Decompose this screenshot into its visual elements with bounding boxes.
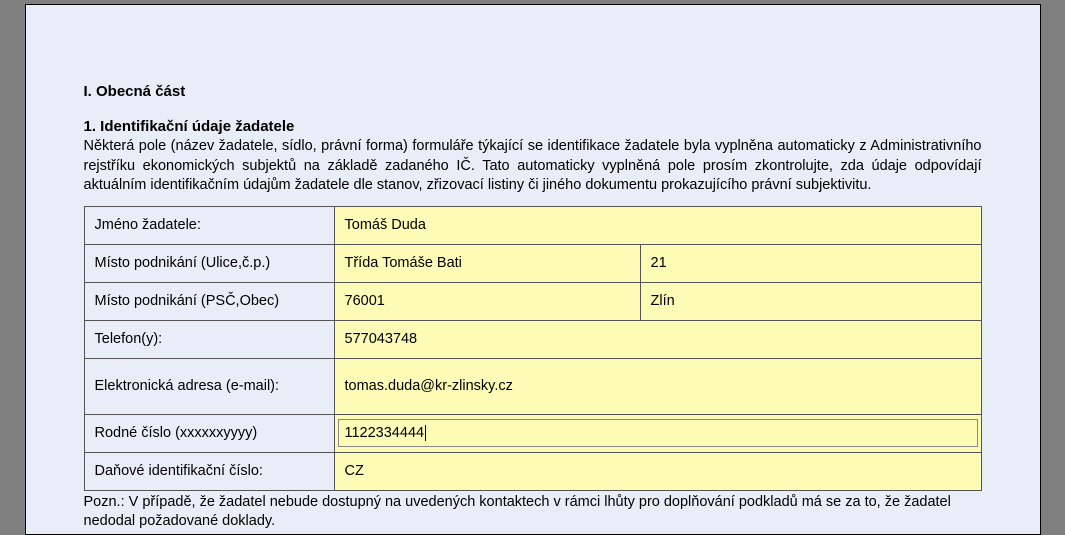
label-email: Elektronická adresa (e-mail): [84,358,334,414]
row-city: Místo podnikání (PSČ,Obec) 76001 Zlín [84,282,981,320]
text-cursor [425,425,426,441]
input-birthno-cell[interactable]: 1122334444 [334,414,981,452]
value-phone[interactable]: 577043748 [334,320,981,358]
value-street-number[interactable]: 21 [640,244,981,282]
label-birthno: Rodné číslo (xxxxxxyyyy) [84,414,334,452]
label-street: Místo podnikání (Ulice,č.p.) [84,244,334,282]
applicant-table: Jméno žadatele: Tomáš Duda Místo podniká… [84,206,982,491]
label-name: Jméno žadatele: [84,206,334,244]
subsection-title: 1. Identifikační údaje žadatele [84,118,982,135]
row-email: Elektronická adresa (e-mail): tomas.duda… [84,358,981,414]
input-birthno-text: 1122334444 [345,425,425,441]
form-page: I. Obecná část 1. Identifikační údaje ža… [25,4,1041,535]
section-title: I. Obecná část [84,83,982,100]
value-name[interactable]: Tomáš Duda [334,206,981,244]
value-email[interactable]: tomas.duda@kr-zlinsky.cz [334,358,981,414]
row-street: Místo podnikání (Ulice,č.p.) Třída Tomáš… [84,244,981,282]
footnote: Pozn.: V případě, že žadatel nebude dost… [84,493,982,532]
value-taxid[interactable]: CZ [334,452,981,490]
label-city: Místo podnikání (PSČ,Obec) [84,282,334,320]
row-name: Jméno žadatele: Tomáš Duda [84,206,981,244]
value-postcode[interactable]: 76001 [334,282,640,320]
input-birthno[interactable]: 1122334444 [338,419,978,447]
row-taxid: Daňové identifikační číslo: CZ [84,452,981,490]
value-city[interactable]: Zlín [640,282,981,320]
value-street-name[interactable]: Třída Tomáše Bati [334,244,640,282]
row-phone: Telefon(y): 577043748 [84,320,981,358]
label-taxid: Daňové identifikační číslo: [84,452,334,490]
row-birthno: Rodné číslo (xxxxxxyyyy) 1122334444 [84,414,981,452]
label-phone: Telefon(y): [84,320,334,358]
intro-paragraph: Některá pole (název žadatele, sídlo, prá… [84,137,982,196]
